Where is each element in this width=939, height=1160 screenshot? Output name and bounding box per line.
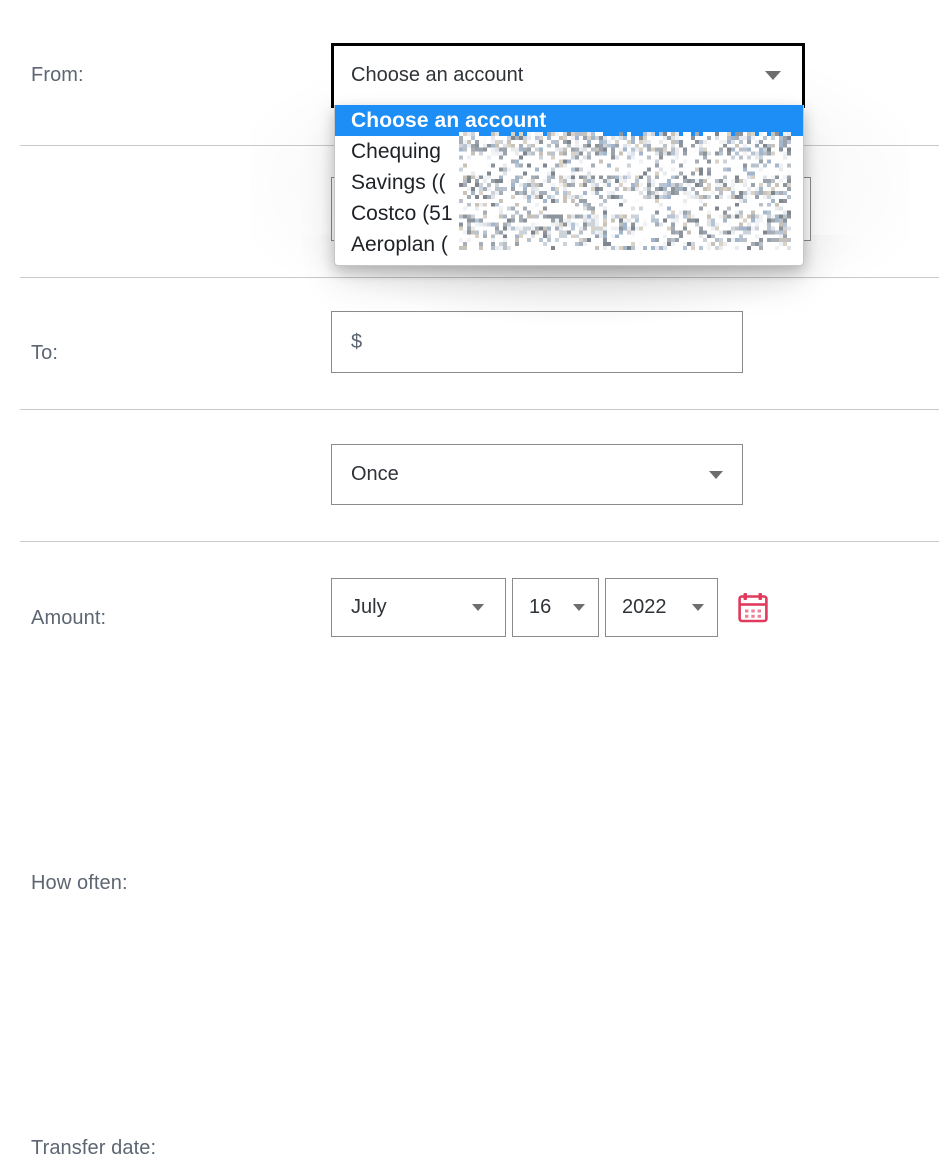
from-account-dropdown-list[interactable]: Choose an account Chequing Savings (( Co… [334, 105, 804, 266]
row-divider [20, 409, 939, 410]
dropdown-option[interactable]: Costco (51 [335, 198, 803, 229]
how-often-value: Once [351, 463, 399, 485]
row-divider [20, 541, 939, 542]
amount-placeholder: $ [351, 330, 363, 353]
transfer-date-controls: July 16 2022 [331, 578, 774, 637]
chevron-down-icon [472, 604, 484, 611]
from-account-select[interactable]: Choose an account [331, 43, 805, 108]
from-label: From: [31, 64, 84, 86]
chevron-down-icon [573, 604, 585, 611]
transfer-date-month-select[interactable]: July [331, 578, 506, 637]
transfer-date-day-select[interactable]: 16 [512, 578, 599, 637]
amount-input[interactable]: $ [331, 311, 743, 373]
transfer-date-day-value: 16 [529, 596, 552, 618]
calendar-picker-button[interactable] [732, 578, 774, 637]
dropdown-option[interactable]: Aeroplan ( [335, 229, 803, 260]
dropdown-option[interactable]: Savings (( [335, 167, 803, 198]
dropdown-option[interactable]: Chequing [335, 136, 803, 167]
transfer-date-year-value: 2022 [622, 596, 667, 618]
dropdown-option[interactable]: Choose an account [335, 105, 803, 136]
from-account-value: Choose an account [351, 64, 524, 86]
chevron-down-icon [765, 71, 781, 80]
row-divider [20, 277, 939, 278]
transfer-date-month-value: July [351, 596, 387, 618]
calendar-icon [738, 593, 768, 623]
transfer-form: From: Choose an account To: Choose an ac… [0, 0, 939, 1159]
transfer-date-label: Transfer date: [31, 1137, 157, 1159]
how-often-select[interactable]: Once [331, 444, 743, 505]
transfer-date-year-select[interactable]: 2022 [605, 578, 718, 637]
how-often-label: How often: [31, 872, 128, 894]
chevron-down-icon [692, 604, 704, 611]
chevron-down-icon [709, 470, 723, 479]
